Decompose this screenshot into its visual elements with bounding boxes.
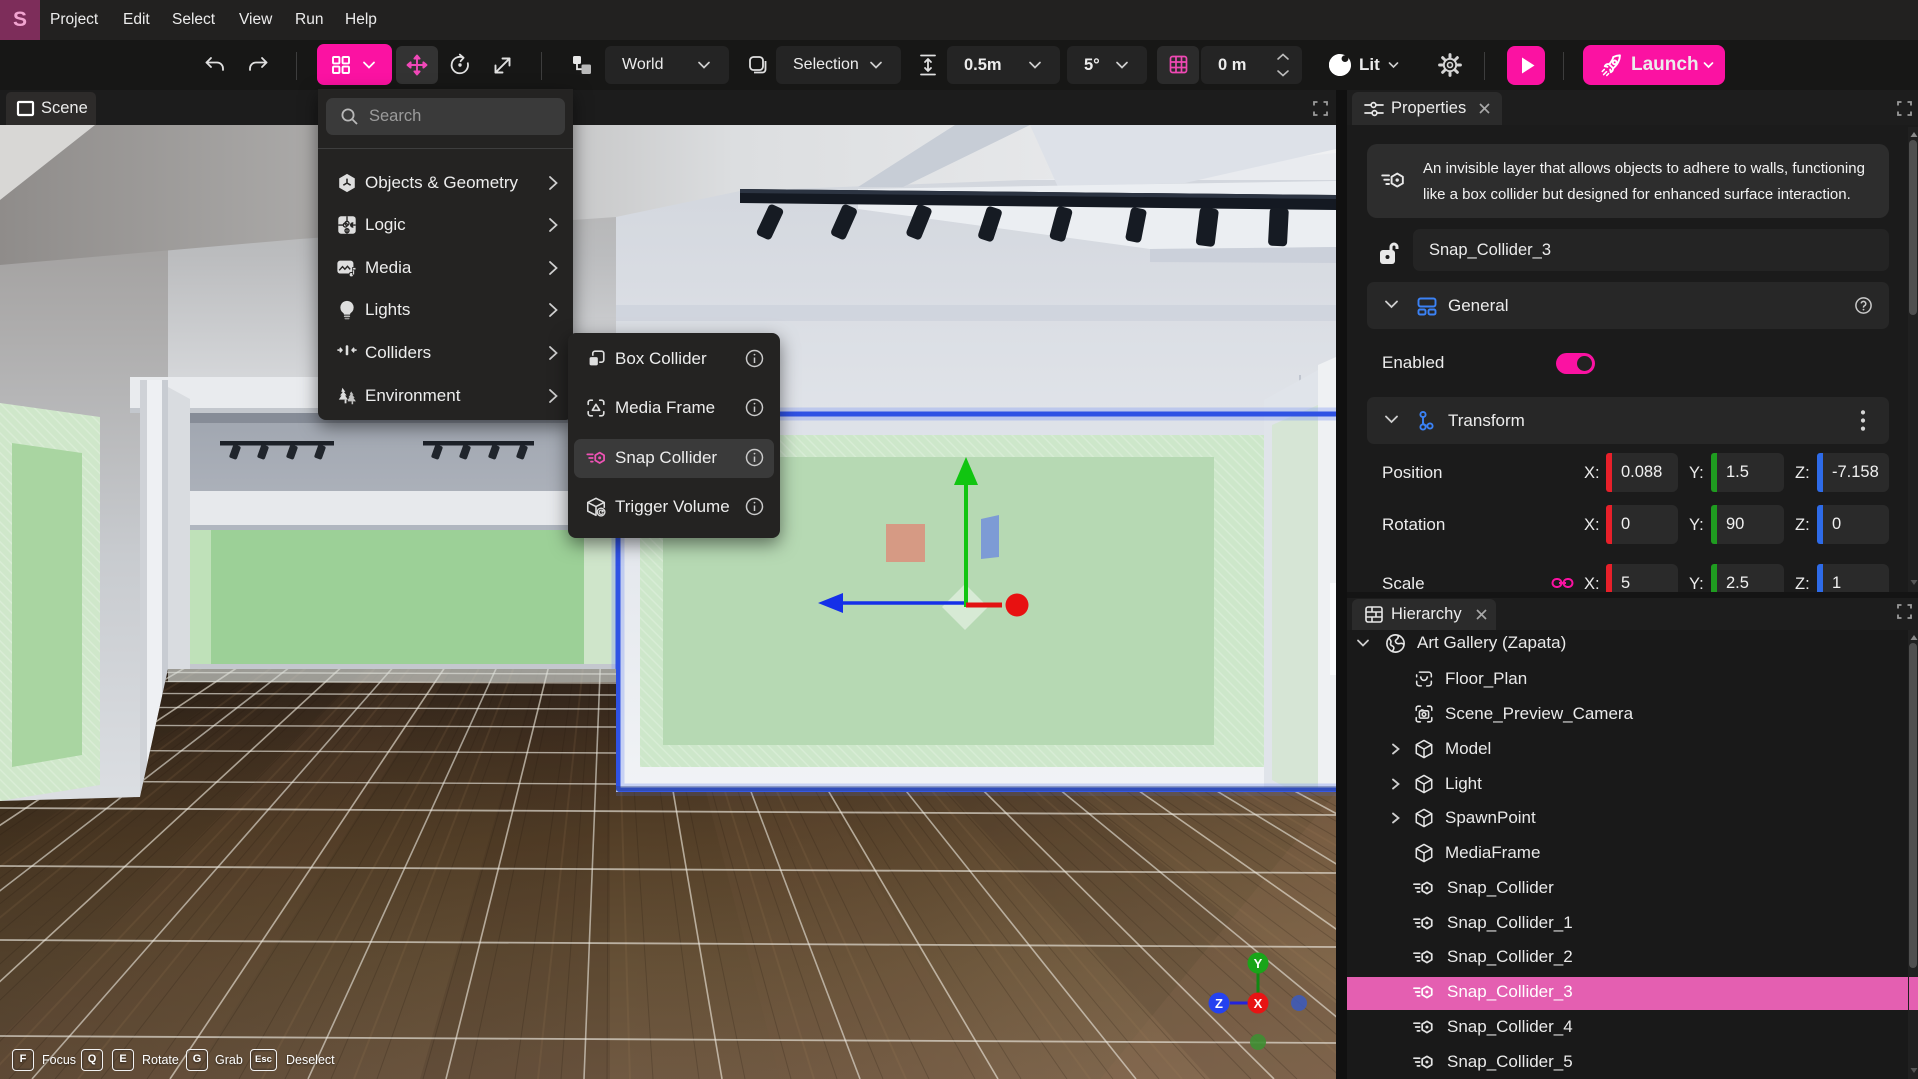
- svg-text:Y: Y: [1254, 956, 1263, 971]
- svg-text:X: X: [1254, 996, 1263, 1011]
- svg-text:Z: Z: [1215, 996, 1223, 1011]
